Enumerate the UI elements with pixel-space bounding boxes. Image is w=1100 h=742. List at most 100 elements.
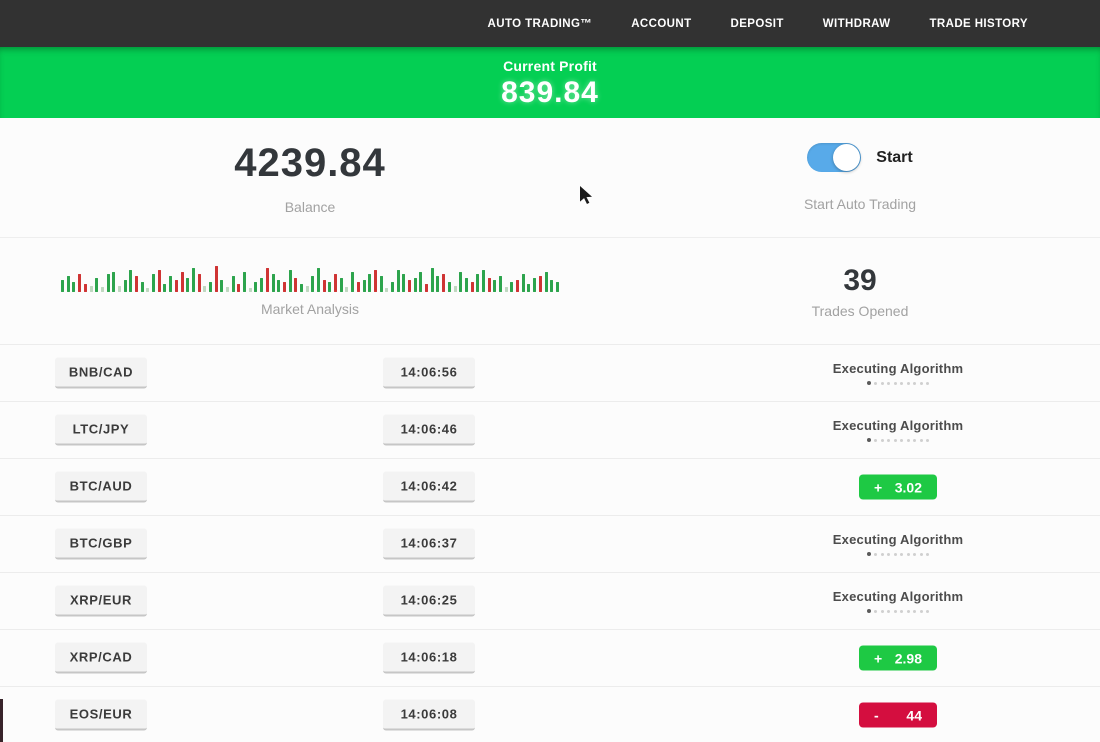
toggle-knob	[833, 144, 860, 171]
badge-amount: 2.98	[895, 650, 922, 666]
market-bar	[294, 278, 297, 292]
market-bar	[334, 274, 337, 292]
market-bar	[283, 282, 286, 292]
market-section: Market Analysis 39 Trades Opened	[0, 237, 1100, 344]
market-bar	[141, 282, 144, 292]
loader-dot	[913, 553, 916, 556]
loader-dot	[894, 610, 897, 613]
market-bar	[419, 272, 422, 292]
trade-row: XRP/EUR 14:06:25 Executing Algorithm	[0, 573, 1100, 630]
trade-status: Executing Algorithm	[772, 418, 1024, 442]
nav-item-withdraw[interactable]: WITHDRAW	[823, 18, 891, 30]
time-button[interactable]: 14:06:25	[383, 586, 475, 617]
market-bar	[471, 282, 474, 292]
loader-dot	[920, 610, 923, 613]
loader-dot	[874, 382, 877, 385]
current-profit-banner: Current Profit 839.84	[0, 47, 1100, 118]
market-bar	[345, 287, 348, 292]
loader-dot	[894, 439, 897, 442]
market-bar	[527, 284, 530, 292]
market-bar	[112, 272, 115, 292]
market-bar	[431, 268, 434, 292]
pair-button[interactable]: BTC/AUD	[55, 472, 147, 503]
pair-button[interactable]: BNB/CAD	[55, 358, 147, 389]
loader-dot	[881, 610, 884, 613]
time-button[interactable]: 14:06:08	[383, 700, 475, 731]
time-button[interactable]: 14:06:18	[383, 643, 475, 674]
loader-dot	[926, 553, 929, 556]
market-bar	[198, 274, 201, 292]
time-button[interactable]: 14:06:56	[383, 358, 475, 389]
market-bar	[181, 272, 184, 292]
market-analysis-label: Market Analysis	[261, 301, 359, 317]
badge-amount: 3.02	[895, 479, 922, 495]
loader-dot	[913, 382, 916, 385]
market-bar	[146, 288, 149, 292]
market-bar	[357, 282, 360, 292]
nav-item-trade-history[interactable]: TRADE HISTORY	[930, 18, 1029, 30]
pair-button[interactable]: XRP/CAD	[55, 643, 147, 674]
nav-item-account[interactable]: ACCOUNT	[631, 18, 691, 30]
loader-dot	[887, 382, 890, 385]
market-bar	[368, 274, 371, 292]
nav-item-deposit[interactable]: DEPOSIT	[731, 18, 784, 30]
market-bar	[516, 280, 519, 292]
executing-label: Executing Algorithm	[833, 589, 963, 604]
executing-label: Executing Algorithm	[833, 361, 963, 376]
market-bar	[78, 274, 81, 292]
market-bar	[539, 276, 542, 292]
market-bar	[425, 284, 428, 292]
pair-button[interactable]: LTC/JPY	[55, 415, 147, 446]
market-bar	[124, 280, 127, 292]
market-bar	[101, 287, 104, 292]
toggle-caption: Start Auto Trading	[804, 196, 916, 212]
time-button[interactable]: 14:06:46	[383, 415, 475, 446]
loader-dot	[894, 382, 897, 385]
market-bar	[203, 286, 206, 292]
profit-badge: +2.98	[859, 646, 937, 671]
market-bar	[545, 272, 548, 292]
balance-label: Balance	[285, 199, 336, 215]
market-bar	[135, 276, 138, 292]
market-bar	[550, 280, 553, 292]
market-bar	[243, 272, 246, 292]
nav-item-auto-trading[interactable]: AUTO TRADING™	[488, 18, 593, 30]
trade-row: BNB/CAD 14:06:56 Executing Algorithm	[0, 345, 1100, 402]
market-bar	[459, 272, 462, 292]
market-bar	[306, 286, 309, 292]
pair-button[interactable]: XRP/EUR	[55, 586, 147, 617]
market-bar	[300, 284, 303, 292]
market-bar	[488, 278, 491, 292]
profit-badge: +3.02	[859, 475, 937, 500]
time-button[interactable]: 14:06:42	[383, 472, 475, 503]
market-bar	[448, 282, 451, 292]
time-button[interactable]: 14:06:37	[383, 529, 475, 560]
market-bar	[363, 280, 366, 292]
toggle-label: Start	[876, 149, 912, 167]
badge-amount: 44	[906, 707, 922, 723]
loader-dot	[920, 439, 923, 442]
loader-dot	[874, 439, 877, 442]
badge-sign: -	[874, 707, 879, 723]
market-bar	[61, 280, 64, 292]
market-bar	[107, 274, 110, 292]
trade-status: Executing Algorithm	[772, 361, 1024, 385]
trade-row: EOS/EUR 14:06:08 - 44	[0, 687, 1100, 742]
auto-trading-toggle[interactable]	[807, 143, 861, 172]
trade-row: XRP/CAD 14:06:18 +2.98	[0, 630, 1100, 687]
market-bar	[340, 278, 343, 292]
balance-value: 4239.84	[234, 141, 386, 186]
badge-sign: +	[874, 479, 882, 495]
loader-dot	[926, 382, 929, 385]
loader-dot	[907, 553, 910, 556]
market-bar	[163, 284, 166, 292]
market-bar	[397, 270, 400, 292]
market-bar	[476, 274, 479, 292]
market-bar	[266, 268, 269, 292]
trades-opened-value: 39	[843, 264, 876, 298]
pair-button[interactable]: EOS/EUR	[55, 700, 147, 731]
loader-dots	[867, 609, 930, 613]
market-bar	[129, 270, 132, 292]
pair-button[interactable]: BTC/GBP	[55, 529, 147, 560]
market-bar	[237, 284, 240, 292]
